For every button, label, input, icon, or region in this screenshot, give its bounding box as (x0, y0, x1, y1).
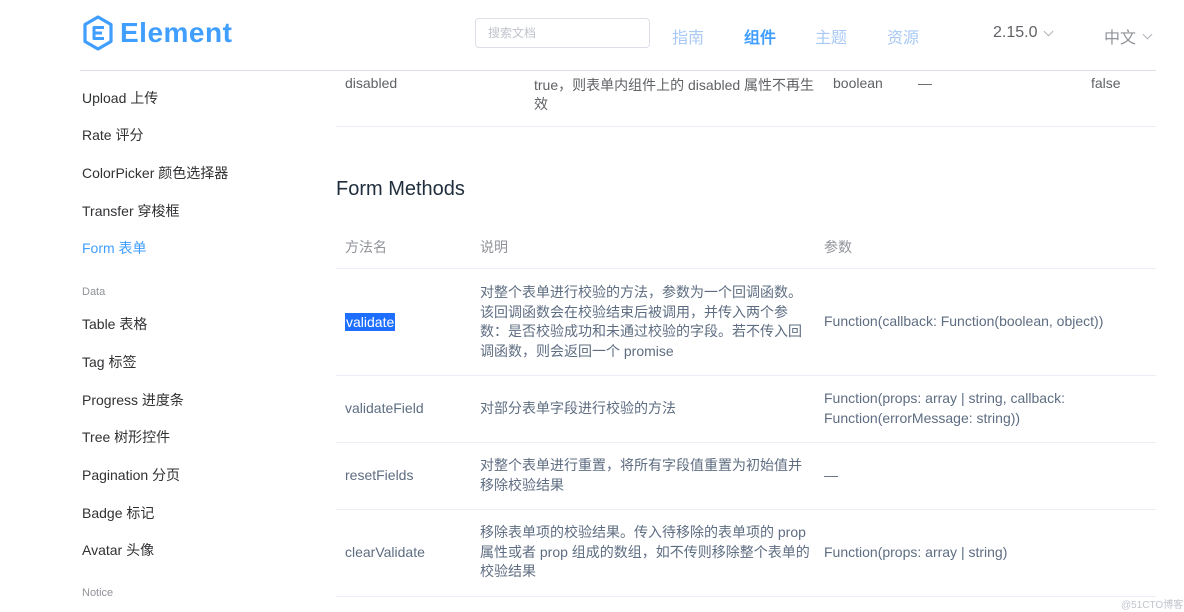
sidebar-item-badge[interactable]: Badge 标记 (82, 503, 154, 523)
method-desc: 对整个表单进行重置，将所有字段值重置为初始值并 移除校验结果 (480, 456, 802, 495)
method-name: validateField (345, 400, 424, 416)
params-line: Function(callback: Function(boolean, obj… (824, 313, 1104, 329)
sidebar-item-tree[interactable]: Tree 树形控件 (82, 427, 170, 447)
params-line: Function(props: array | string, callback… (824, 390, 1065, 406)
sidebar-item-progress[interactable]: Progress 进度条 (82, 390, 184, 410)
method-name: clearValidate (345, 544, 425, 560)
chevron-down-icon (1044, 26, 1054, 36)
method-name: resetFields (345, 467, 414, 483)
desc-line: 数：是否校验成功和未通过校验的字段。若不传入回 (480, 323, 802, 339)
sidebar-item-upload[interactable]: Upload 上传 (82, 88, 158, 108)
attr-type: boolean (833, 75, 883, 91)
row-divider (336, 375, 1156, 376)
header-divider (80, 70, 1156, 71)
method-params: — (824, 466, 838, 486)
sidebar-item-avatar[interactable]: Avatar 头像 (82, 540, 154, 560)
row-divider (336, 509, 1156, 510)
desc-line: 对整个表单进行校验的方法，参数为一个回调函数。 (480, 284, 802, 300)
sidebar-item-rate[interactable]: Rate 评分 (82, 125, 143, 145)
sidebar-item-tag[interactable]: Tag 标签 (82, 352, 136, 372)
nav-guide[interactable]: 指南 (672, 24, 704, 48)
method-desc: 移除表单项的校验结果。传入待移除的表单项的 prop 属性或者 prop 组成的… (480, 523, 810, 582)
sidebar-group-data: Data (82, 286, 106, 298)
desc-line: 对部分表单字段进行校验的方法 (480, 400, 676, 416)
sidebar-item-transfer[interactable]: Transfer 穿梭框 (82, 201, 180, 221)
desc-line: 对整个表单进行重置，将所有字段值重置为初始值并 (480, 457, 802, 473)
chevron-down-icon (1142, 29, 1153, 39)
attr-options: — (918, 75, 932, 91)
desc-line: 移除校验结果 (480, 476, 564, 493)
params-line: — (824, 467, 838, 483)
watermark: @51CTO博客 (1121, 600, 1184, 611)
sidebar-item-table[interactable]: Table 表格 (82, 314, 147, 334)
logo-text: Element (120, 17, 233, 48)
method-params: Function(props: array | string, callback… (824, 389, 1065, 428)
method-params: Function(callback: Function(boolean, obj… (824, 312, 1103, 332)
row-divider (336, 596, 1156, 597)
desc-line: 移除表单项的校验结果。传入待移除的表单项的 prop (480, 524, 806, 540)
column-header-desc: 说明 (480, 239, 508, 255)
version-dropdown[interactable]: 2.15.0 (993, 24, 1054, 42)
nav-component[interactable]: 组件 (744, 24, 776, 48)
desc-line: 该回调函数会在校验结束后被调用，并传入两个参 (480, 303, 788, 320)
nav-theme[interactable]: 主题 (815, 24, 847, 48)
attr-name: disabled (345, 75, 398, 91)
sidebar-item-colorpicker[interactable]: ColorPicker 颜色选择器 (82, 163, 228, 183)
search-input[interactable] (475, 18, 650, 48)
top-header: Element 指南 组件 主题 资源 2.15.0 中文 (0, 0, 1184, 70)
desc-line: 调函数，则会返回一个 promise (480, 342, 674, 359)
method-params: Function(props: array | string) (824, 543, 1007, 563)
attr-desc-line2: 效 (534, 96, 548, 112)
desc-line: 属性或者 prop 组成的数组，如不传则移除整个表单的 (480, 543, 810, 560)
params-line: Function(props: array | string) (824, 544, 1008, 560)
sidebar-item-form[interactable]: Form 表单 (82, 238, 147, 258)
method-desc: 对部分表单字段进行校验的方法 (480, 399, 676, 419)
section-title: Form Methods (336, 178, 465, 200)
sidebar-group-notice: Notice (82, 587, 114, 599)
row-divider (336, 442, 1156, 443)
language-label: 中文 (1104, 30, 1137, 47)
sidebar-item-pagination[interactable]: Pagination 分页 (82, 465, 180, 485)
row-divider (336, 126, 1156, 127)
language-dropdown[interactable]: 中文 (1104, 24, 1153, 48)
nav-resource[interactable]: 资源 (887, 24, 919, 48)
desc-line: 校验结果 (480, 563, 536, 579)
method-name[interactable]: validate (345, 313, 396, 331)
element-logo[interactable]: Element (82, 15, 232, 51)
header-row-divider (336, 268, 1156, 269)
element-logo-icon (83, 15, 113, 51)
params-line: Function(errorMessage: string)) (824, 409, 1021, 426)
method-desc: 对整个表单进行校验的方法，参数为一个回调函数。 该回调函数会在校验结束后被调用，… (480, 283, 802, 361)
column-header-params: 参数 (824, 239, 852, 255)
attr-default: false (1091, 75, 1121, 91)
attr-desc-line1: true，则表单内组件上的 disabled 属性不再生 (534, 77, 815, 93)
column-header-name: 方法名 (345, 239, 387, 255)
version-label: 2.15.0 (993, 24, 1038, 41)
